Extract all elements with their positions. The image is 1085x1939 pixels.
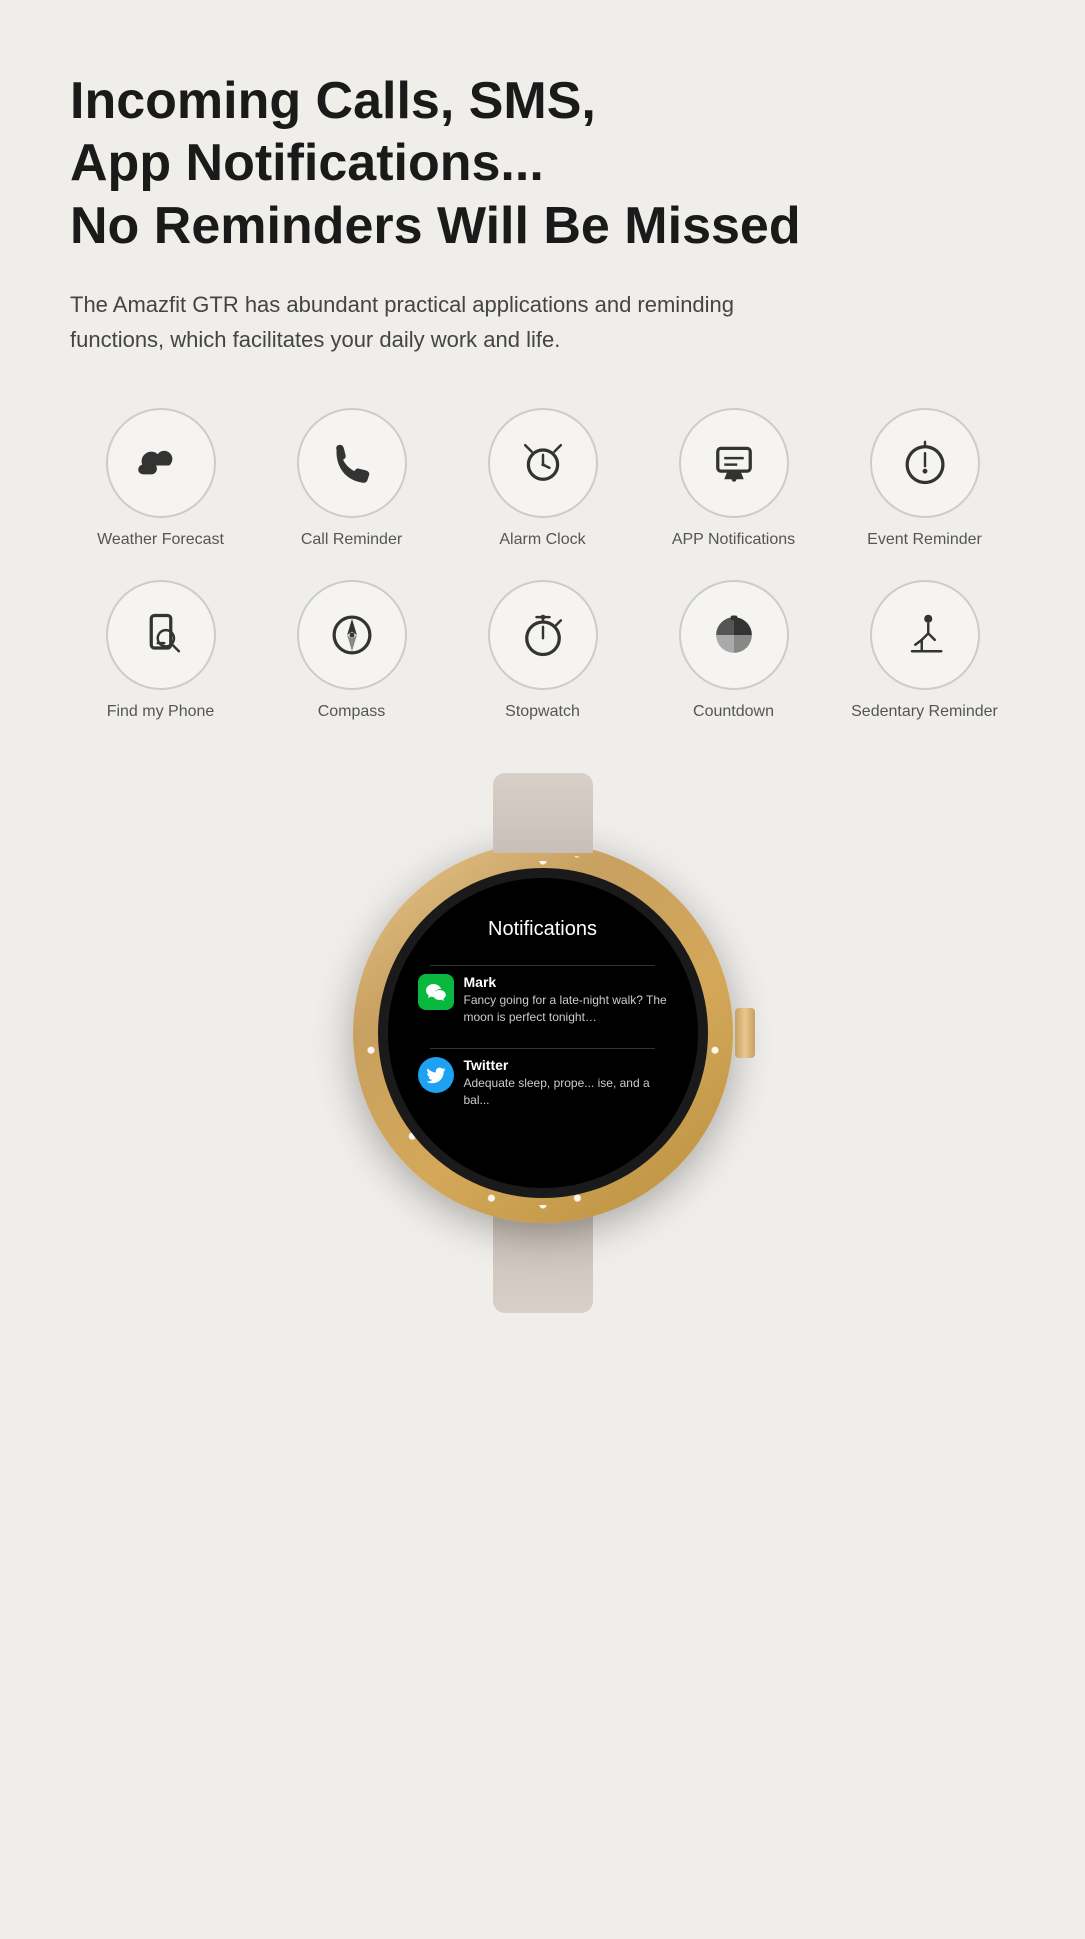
icon-item-countdown: Countdown xyxy=(643,580,824,723)
wechat-icon xyxy=(418,974,454,1010)
icon-item-alarm-clock: Alarm Clock xyxy=(452,408,633,551)
notifications-icon xyxy=(708,437,760,489)
icon-circle-find-phone xyxy=(106,580,216,690)
icon-circle-countdown xyxy=(679,580,789,690)
headline-line1: Incoming Calls, SMS, xyxy=(70,72,596,130)
icon-circle-sedentary xyxy=(870,580,980,690)
icon-item-call-reminder: Call Reminder xyxy=(261,408,442,551)
icon-item-sedentary-reminder: Sedentary Reminder xyxy=(834,580,1015,723)
headline: Incoming Calls, SMS, App Notifications..… xyxy=(70,70,1015,257)
icon-item-compass: Compass xyxy=(261,580,442,723)
icon-circle-weather xyxy=(106,408,216,518)
watch-screen: Notifications Mark xyxy=(388,878,698,1188)
icon-circle-call xyxy=(297,408,407,518)
watch-crown xyxy=(735,1008,755,1058)
icon-item-stopwatch: Stopwatch xyxy=(452,580,633,723)
notification-content-2: Twitter Adequate sleep, prope... ise, an… xyxy=(464,1057,668,1109)
watch-outer: Notifications Mark xyxy=(333,773,753,1333)
headline-line2: App Notifications... xyxy=(70,134,544,192)
watch-screen-title: Notifications xyxy=(418,918,668,941)
countdown-icon xyxy=(708,609,760,661)
watch-divider-2 xyxy=(430,1048,655,1049)
icon-item-event-reminder: Event Reminder xyxy=(834,408,1015,551)
alarm-icon xyxy=(517,437,569,489)
notification-item-2: Twitter Adequate sleep, prope... ise, an… xyxy=(418,1057,668,1109)
icon-label-app-notifications: APP Notifications xyxy=(672,530,795,551)
icon-label-sedentary-reminder: Sedentary Reminder xyxy=(851,702,998,723)
stopwatch-icon xyxy=(517,609,569,661)
icon-label-weather-forecast: Weather Forecast xyxy=(97,530,224,551)
watch-divider xyxy=(430,965,655,966)
notif-name-1: Mark xyxy=(464,974,668,990)
find-phone-icon xyxy=(135,609,187,661)
icon-item-weather-forecast: Weather Forecast xyxy=(70,408,251,551)
icon-circle-notifications xyxy=(679,408,789,518)
icons-grid: Weather Forecast Call Reminder xyxy=(70,408,1015,724)
notification-item-1: Mark Fancy going for a late-night walk? … xyxy=(418,974,668,1026)
icon-label-stopwatch: Stopwatch xyxy=(505,702,580,723)
subtext: The Amazfit GTR has abundant practical a… xyxy=(70,287,770,357)
watch-band-bottom xyxy=(493,1213,593,1313)
watch-band-top xyxy=(493,773,593,853)
watch-screen-ring: Notifications Mark xyxy=(378,868,708,1198)
icon-item-app-notifications: APP Notifications xyxy=(643,408,824,551)
sedentary-icon xyxy=(899,609,951,661)
page: Incoming Calls, SMS, App Notifications..… xyxy=(0,0,1085,1393)
twitter-icon xyxy=(418,1057,454,1093)
weather-icon xyxy=(135,437,187,489)
event-icon xyxy=(899,437,951,489)
icon-circle-alarm xyxy=(488,408,598,518)
notif-name-2: Twitter xyxy=(464,1057,668,1073)
icon-circle-event xyxy=(870,408,980,518)
notification-content-1: Mark Fancy going for a late-night walk? … xyxy=(464,974,668,1026)
icon-circle-stopwatch xyxy=(488,580,598,690)
headline-line3: No Reminders Will Be Missed xyxy=(70,197,801,255)
icon-label-countdown: Countdown xyxy=(693,702,774,723)
compass-icon xyxy=(326,609,378,661)
icon-label-alarm-clock: Alarm Clock xyxy=(499,530,585,551)
icon-circle-compass xyxy=(297,580,407,690)
icon-label-event-reminder: Event Reminder xyxy=(867,530,982,551)
icon-label-find-my-phone: Find my Phone xyxy=(107,702,215,723)
call-icon xyxy=(326,437,378,489)
icon-item-find-my-phone: Find my Phone xyxy=(70,580,251,723)
icon-label-compass: Compass xyxy=(318,702,386,723)
notif-message-1: Fancy going for a late-night walk? The m… xyxy=(464,992,668,1026)
watch-body: Notifications Mark xyxy=(353,843,733,1223)
watch-section: Notifications Mark xyxy=(70,773,1015,1333)
notif-message-2: Adequate sleep, prope... ise, and a bal.… xyxy=(464,1075,668,1109)
icon-label-call-reminder: Call Reminder xyxy=(301,530,402,551)
